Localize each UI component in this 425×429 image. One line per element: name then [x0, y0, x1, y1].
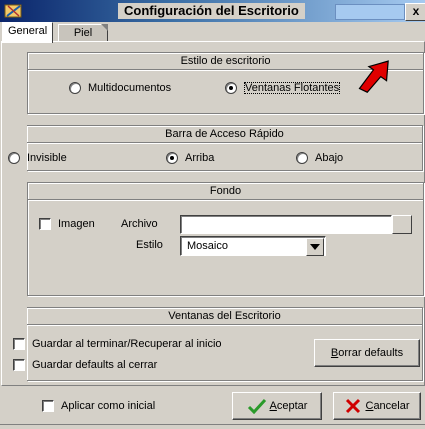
radio-arriba[interactable]: Arriba [166, 151, 214, 165]
radio-invisible[interactable]: Invisible [8, 151, 67, 165]
archivo-label: Archivo [121, 218, 158, 230]
radio-indicator [296, 152, 308, 164]
checkbox-label: Aplicar como inicial [61, 400, 156, 412]
button-label: Aceptar [269, 400, 308, 412]
radio-label: Arriba [185, 152, 215, 164]
checkbox-indicator [42, 400, 54, 412]
group-heading: Barra de Acceso Rápido [27, 126, 422, 143]
checkbox-guardar-defaults[interactable]: Guardar defaults al cerrar [13, 358, 157, 372]
tab-strip: General Piel [0, 22, 425, 43]
tab-piel[interactable]: Piel [58, 24, 108, 42]
radio-indicator [225, 82, 237, 94]
close-button[interactable]: x [405, 3, 425, 21]
button-label: Borrar defaults [330, 347, 404, 359]
radio-label: Abajo [315, 152, 344, 164]
group-heading: Fondo [28, 183, 423, 200]
radio-abajo[interactable]: Abajo [296, 151, 343, 165]
chevron-down-icon[interactable] [306, 238, 324, 256]
checkbox-label: Imagen [58, 218, 95, 230]
red-arrow-icon [358, 60, 389, 93]
estilo-select-value: Mosaico [187, 240, 228, 252]
radio-indicator [8, 152, 20, 164]
borrar-defaults-button[interactable]: Borrar defaults [314, 339, 420, 367]
checkbox-indicator [39, 218, 51, 230]
group-heading: Ventanas del Escritorio [27, 308, 422, 325]
estilo-select[interactable]: Mosaico [180, 236, 326, 256]
checkbox-guardar-terminar[interactable]: Guardar al terminar/Recuperar al inicio [13, 337, 222, 351]
radio-label: Multidocumentos [88, 82, 172, 94]
check-icon [247, 398, 266, 414]
radio-indicator [166, 152, 178, 164]
tab-label: General [8, 25, 48, 37]
tab-general[interactable]: General [2, 22, 54, 43]
title-bar[interactable]: Configuración del Escritorio x [0, 0, 425, 22]
checkbox-label: Guardar defaults al cerrar [32, 359, 158, 371]
radio-label: Ventanas Flotantes [244, 82, 341, 94]
radio-label: Invisible [27, 152, 67, 164]
cancelar-button[interactable]: Cancelar [333, 392, 421, 420]
checkbox-aplicar-inicial[interactable]: Aplicar como inicial [42, 399, 155, 413]
browse-button[interactable] [392, 215, 412, 234]
group-barra: Barra de Acceso Rápido [27, 125, 423, 171]
checkbox-indicator [13, 359, 25, 371]
radio-ventanas-flotantes[interactable]: Ventanas Flotantes [225, 81, 341, 95]
estilo-label: Estilo [136, 239, 163, 251]
radio-multidocumentos[interactable]: Multidocumentos [69, 81, 171, 95]
cross-icon [346, 398, 361, 414]
title-bar-fill [335, 4, 405, 20]
radio-indicator [69, 82, 81, 94]
group-fondo: Fondo Imagen Archivo Estilo Mosaico [27, 182, 424, 296]
button-label: Cancelar [365, 400, 410, 412]
checkbox-label: Guardar al terminar/Recuperar al inicio [32, 338, 222, 350]
tab-fold-icon [101, 24, 108, 31]
bottom-border [0, 424, 425, 429]
tab-label: Piel [73, 27, 93, 39]
checkbox-imagen[interactable]: Imagen [39, 217, 95, 231]
archivo-input[interactable] [180, 215, 392, 234]
close-icon: x [412, 4, 420, 18]
app-icon [4, 4, 22, 18]
aceptar-button[interactable]: Aceptar [232, 392, 322, 420]
window-title: Configuración del Escritorio [118, 3, 305, 19]
config-dialog: Configuración del Escritorio x General P… [0, 0, 425, 429]
checkbox-indicator [13, 338, 25, 350]
